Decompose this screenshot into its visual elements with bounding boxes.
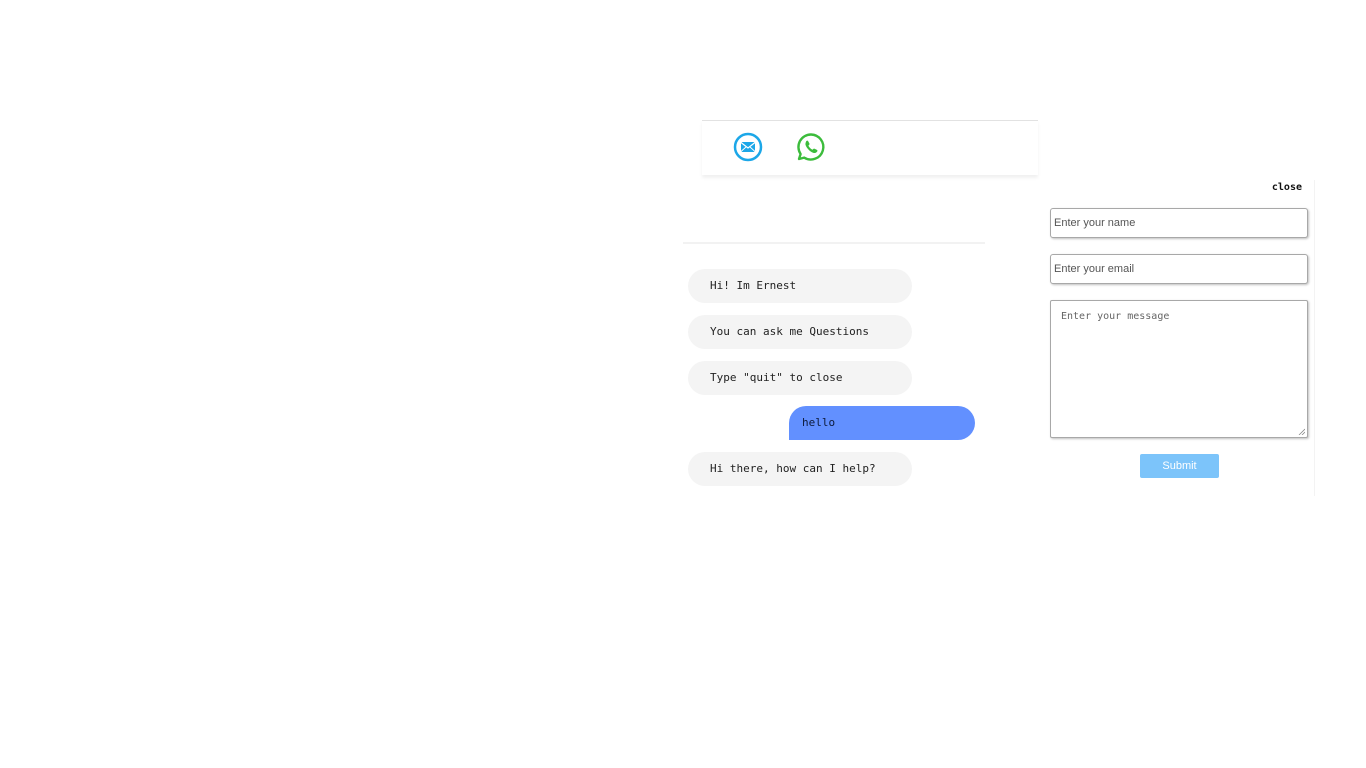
bot-message: Type "quit" to close xyxy=(688,361,912,395)
user-message: hello xyxy=(789,406,975,440)
name-field[interactable]: Enter your name xyxy=(1050,208,1308,238)
submit-button[interactable]: Submit xyxy=(1140,454,1219,478)
bot-message: You can ask me Questions xyxy=(688,315,912,349)
resize-grip-icon[interactable] xyxy=(1298,428,1305,435)
email-field[interactable]: Enter your email xyxy=(1050,254,1308,284)
message-placeholder: Enter your message xyxy=(1061,311,1170,322)
close-button[interactable]: close xyxy=(1272,182,1302,193)
bot-message: Hi! Im Ernest xyxy=(688,269,912,303)
contact-icon-bar xyxy=(702,120,1038,175)
chat-divider xyxy=(683,242,985,244)
contact-form-panel: close Enter your name Enter your email E… xyxy=(1046,180,1315,496)
message-textarea[interactable]: Enter your message xyxy=(1050,300,1308,438)
whatsapp-icon[interactable] xyxy=(795,131,827,163)
bot-message: Hi there, how can I help? xyxy=(688,452,912,486)
email-icon[interactable] xyxy=(732,131,764,163)
